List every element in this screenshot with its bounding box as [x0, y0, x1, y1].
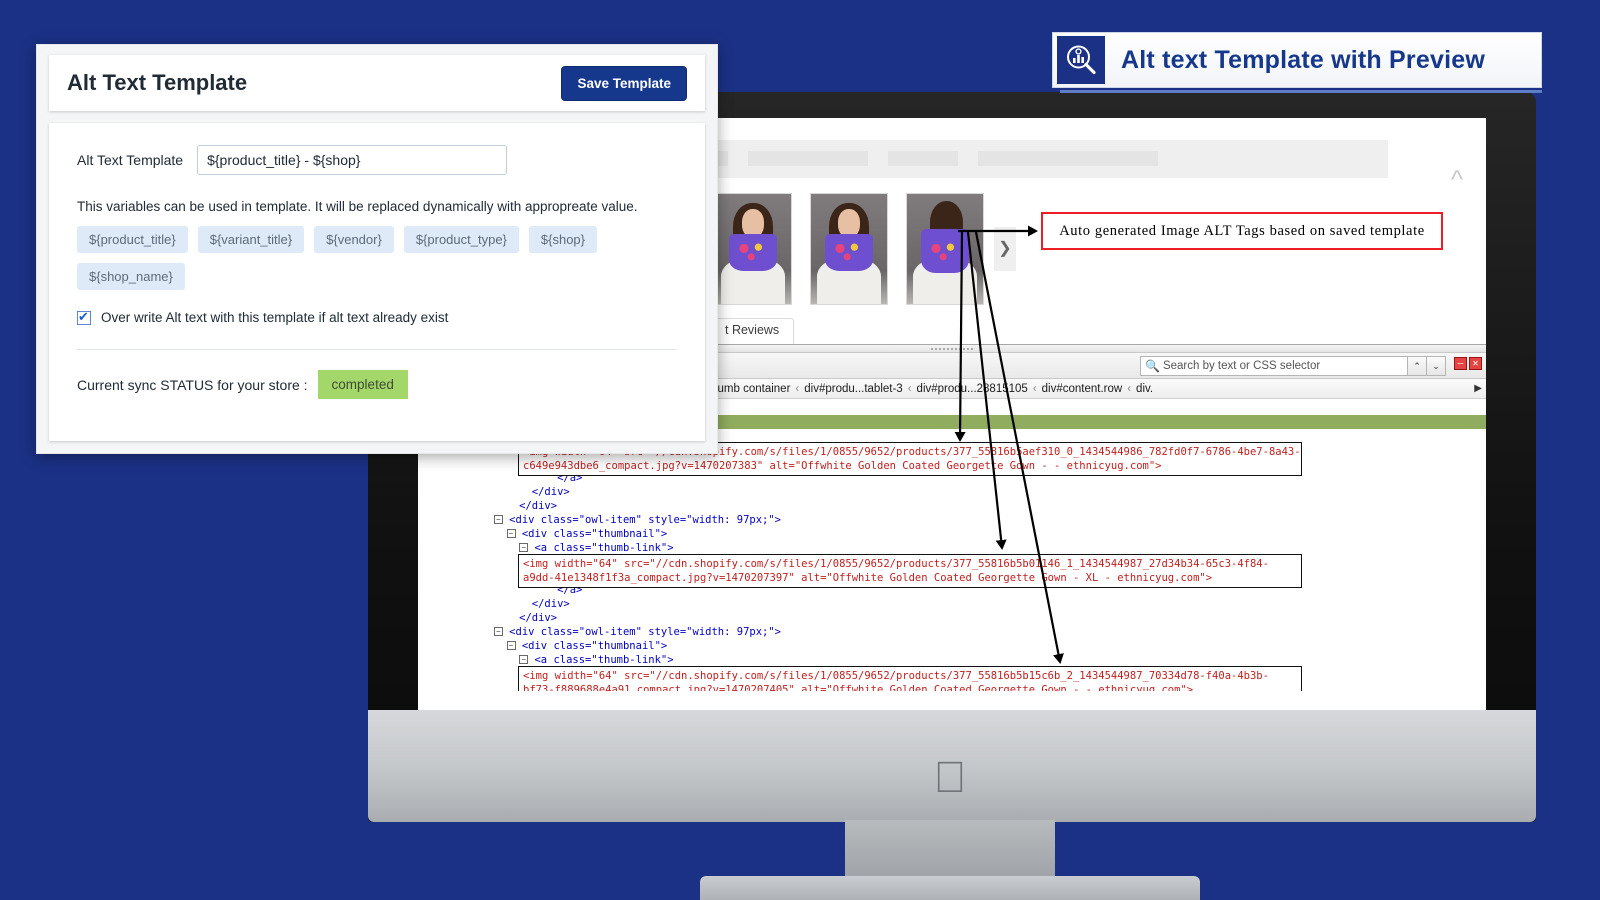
overwrite-checkbox[interactable] [77, 309, 91, 325]
panel-body: Alt Text Template This variables can be … [49, 123, 705, 441]
collapse-chevron-icon[interactable]: ^ [1442, 166, 1472, 192]
banner-underline [1060, 90, 1542, 93]
search-placeholder: Search by text or CSS selector [1162, 360, 1321, 372]
variable-chip-list: ${product_title} ${variant_title} ${vendor… [77, 226, 677, 290]
img-tag-line: <img width="64" src="//cdn.shopify.com/s… [523, 558, 1269, 570]
status-badge: completed [317, 370, 408, 399]
search-input[interactable]: 🔍 Search by text or CSS selector [1140, 356, 1408, 376]
breadcrumb-more-icon[interactable]: ▶ [1474, 383, 1482, 394]
splitter-grip-icon [930, 348, 975, 350]
img-tag-line: <img width="64" src="//cdn.shopify.com/s… [523, 670, 1269, 682]
expand-collapse-icon[interactable]: − [519, 543, 529, 552]
expand-collapse-icon[interactable]: − [493, 627, 503, 636]
code-line: </div> [418, 612, 558, 624]
variable-chip[interactable]: ${variant_title} [197, 226, 305, 253]
img-tag-highlight-box: <img width="64" src="//cdn.shopify.com/s… [518, 666, 1302, 691]
breadcrumb-item[interactable]: div#produ...28815105 [917, 383, 1028, 395]
img-tag-highlight-box: <img width="64" src="//cdn.shopify.com/s… [518, 554, 1302, 588]
page-root:  [0, 0, 1600, 900]
app-banner: Alt text Template with Preview [1052, 32, 1542, 88]
variable-chip[interactable]: ${product_type} [403, 226, 519, 253]
breadcrumb-item[interactable]: div#produ...tablet-3 [804, 383, 902, 395]
code-line: </div> [418, 598, 570, 610]
img-tag-line: c649e943dbe6_compact.jpg?v=1470207383" a… [523, 460, 1162, 472]
carousel-next-button[interactable]: ❯ [994, 227, 1016, 271]
expand-collapse-icon[interactable]: − [519, 655, 529, 664]
alt-text-template-panel: Alt Text Template Save Template Alt Text… [36, 44, 718, 454]
window-controls: ─ ✕ [1454, 357, 1482, 370]
panel-header: Alt Text Template Save Template [49, 55, 705, 111]
help-text: This variables can be used in template. … [77, 199, 638, 214]
product-thumbnail[interactable] [810, 193, 888, 305]
variable-chip[interactable]: ${vendor} [314, 226, 394, 253]
code-line: </div> [418, 486, 570, 498]
breadcrumb-separator-icon: ‹ [907, 382, 912, 395]
alt-text-template-label: Alt Text Template [77, 152, 184, 168]
breadcrumb-separator-icon: ‹ [795, 382, 800, 395]
overwrite-checkbox-row[interactable]: Over write Alt text with this template i… [77, 309, 677, 325]
tab-product-reviews[interactable]: t Reviews [714, 318, 795, 344]
code-line: − <div class="thumbnail"> [418, 527, 1486, 541]
divider [77, 349, 677, 350]
monitor-neck [845, 820, 1055, 882]
product-thumbnail[interactable] [714, 193, 792, 305]
alt-text-template-input[interactable] [197, 145, 508, 175]
page-title: Alt Text Template [67, 70, 248, 95]
banner-title: Alt text Template with Preview [1121, 45, 1485, 74]
search-icon: 🔍 [1145, 359, 1160, 373]
search-next-button[interactable]: ⌄ [1427, 356, 1446, 376]
code-line: </div> [418, 500, 558, 512]
close-button[interactable]: ✕ [1469, 357, 1482, 370]
overwrite-checkbox-label: Over write Alt text with this template i… [101, 310, 449, 325]
expand-collapse-icon[interactable]: − [493, 515, 503, 524]
variable-chip[interactable]: ${shop_name} [77, 263, 185, 290]
breadcrumb-separator-icon: ‹ [1032, 382, 1037, 395]
code-line: − <div class="owl-item" style="width: 97… [418, 513, 1486, 527]
minimize-button[interactable]: ─ [1454, 357, 1467, 370]
sync-status-label: Current sync STATUS for your store : [77, 376, 308, 393]
code-line: − <div class="owl-item" style="width: 97… [418, 625, 1486, 639]
search-prev-button[interactable]: ⌃ [1408, 356, 1427, 376]
code-line: − <a class="thumb-link"> [418, 541, 1486, 555]
variable-chip[interactable]: ${product_title} [77, 226, 188, 253]
code-line: − <a class="thumb-link"> [418, 653, 1486, 667]
apple-logo-icon:  [930, 755, 970, 801]
annotation-callout: Auto generated Image ALT Tags based on s… [1041, 212, 1443, 250]
breadcrumb-separator-icon: ‹ [1127, 382, 1132, 395]
code-line: − <div class="thumbnail"> [418, 639, 1486, 653]
variable-chip[interactable]: ${shop} [528, 226, 597, 253]
expand-collapse-icon[interactable]: − [506, 641, 516, 650]
product-thumbnail[interactable] [906, 193, 984, 305]
chart-magnifier-icon [1057, 36, 1105, 84]
img-tag-line: a9dd-41e1348f1f3a_compact.jpg?v=14702073… [523, 572, 1213, 584]
firebug-search-group: 🔍 Search by text or CSS selector ⌃ ⌄ [1140, 356, 1446, 376]
expand-collapse-icon[interactable]: − [506, 529, 516, 538]
breadcrumb-item[interactable]: div. [1136, 383, 1153, 395]
img-tag-line: bf73-f889688e4a91_compact.jpg?v=14702074… [523, 684, 1194, 691]
monitor-foot [700, 876, 1200, 900]
sync-status-row: Current sync STATUS for your store : com… [77, 370, 677, 399]
breadcrumb-item[interactable]: div#content.row [1042, 383, 1123, 395]
save-template-button[interactable]: Save Template [561, 65, 687, 101]
alt-text-template-field-row: Alt Text Template [77, 145, 677, 175]
